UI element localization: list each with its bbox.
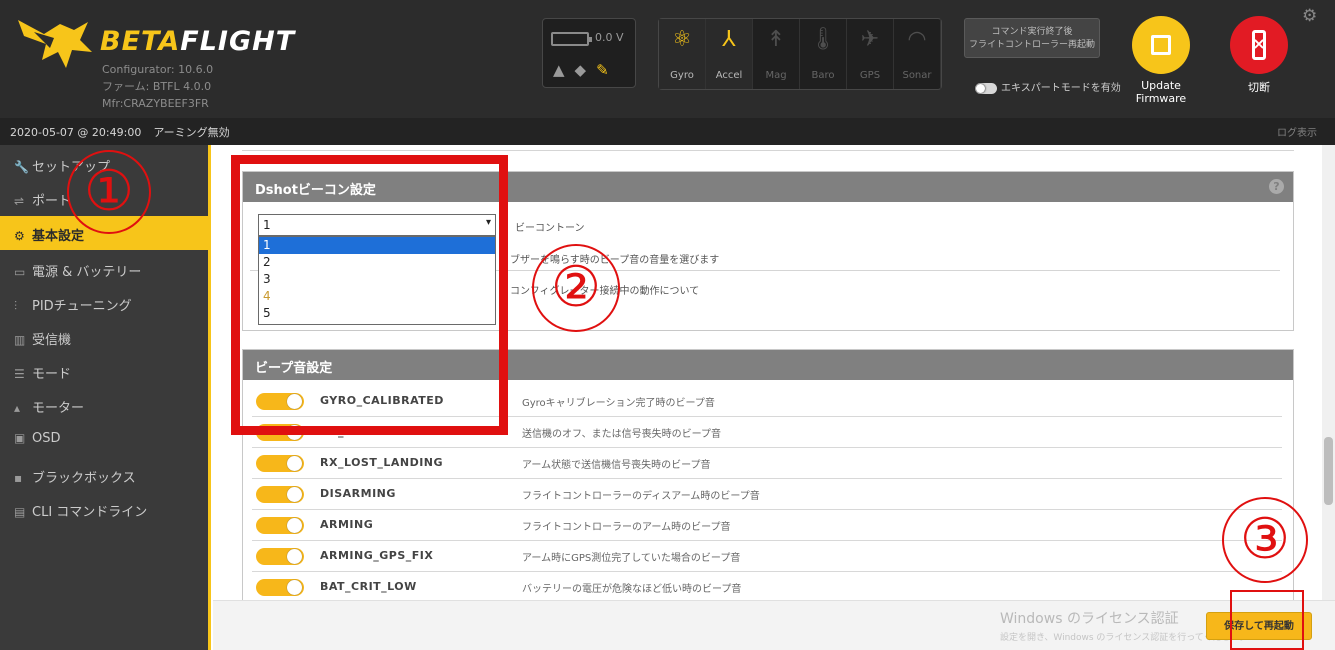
- pencil-icon: ✎: [596, 61, 609, 79]
- modes-icon: ☰: [14, 367, 25, 381]
- gyro-icon: ⚛: [672, 27, 692, 52]
- windows-activation-watermark: Windows のライセンス認証: [1000, 611, 1179, 627]
- cli-icon: ▤: [14, 505, 26, 519]
- annotation-circle-3: ③: [1222, 497, 1308, 583]
- annotation-box-3: [1230, 590, 1304, 650]
- beeper-toggle[interactable]: [256, 548, 304, 565]
- wrench-icon: 🔧: [14, 160, 29, 174]
- beeper-toggle[interactable]: [256, 579, 304, 596]
- mag-icon: ↟: [766, 27, 786, 52]
- main-scrollbar[interactable]: [1322, 145, 1335, 605]
- plug-icon: ⇌: [14, 194, 25, 208]
- expert-mode-toggle[interactable]: エキスパートモードを有効: [975, 79, 1121, 94]
- reboot-button[interactable]: コマンド実行終了後 フライトコントローラー再起動: [964, 18, 1100, 58]
- voltage-readout: 0.0 V: [595, 31, 624, 44]
- log-bar: 2020-05-07 @ 20:49:00 アーミング無効 ログ表示: [0, 118, 1335, 145]
- scrollbar-thumb[interactable]: [1324, 437, 1333, 505]
- baro-icon: 🌡: [809, 27, 837, 52]
- log-event: アーミング無効: [153, 126, 230, 139]
- beeper-toggle[interactable]: [256, 517, 304, 534]
- battery-icon: ▭: [14, 265, 26, 279]
- settings-gear-icon[interactable]: ⚙: [1302, 6, 1317, 26]
- gps-icon: ✈: [860, 27, 880, 52]
- pid-icon: ⫶: [14, 299, 18, 313]
- sidebar-item-power-battery[interactable]: ▭ 電源 & バッテリー: [0, 252, 208, 286]
- sidebar-item-modes[interactable]: ☰ モード: [0, 354, 208, 388]
- failsafe-icon: ◆: [574, 61, 587, 79]
- chip-icon: [1132, 16, 1190, 74]
- osd-icon: ▣: [14, 431, 26, 445]
- betaflight-logo-icon: [18, 20, 92, 68]
- disconnect-button[interactable]: × 切断: [1226, 16, 1292, 95]
- sidebar-item-blackbox[interactable]: ▪ ブラックボックス: [0, 458, 208, 492]
- gear-icon: ⚙: [14, 229, 25, 243]
- warning-icon: ▲: [553, 61, 565, 79]
- beeper-toggle[interactable]: [256, 455, 304, 472]
- expert-mode-switch[interactable]: [975, 82, 997, 94]
- show-log-link[interactable]: ログ表示: [1277, 124, 1317, 139]
- help-icon[interactable]: ?: [1269, 179, 1284, 194]
- motor-icon: ▴: [14, 401, 21, 415]
- sidebar-item-motors[interactable]: ▴ モーター: [0, 388, 208, 422]
- sensor-sonar: ◠ Sonar: [894, 19, 941, 89]
- sidebar-item-cli[interactable]: ▤ CLI コマンドライン: [0, 492, 208, 526]
- beeper-row: ARMING_GPS_FIX アーム時にGPS測位完了していた場合のビープ音: [252, 541, 1282, 572]
- sidebar-item-pid-tuning[interactable]: ⫶ PIDチューニング: [0, 286, 208, 320]
- blackbox-icon: ▪: [14, 471, 23, 485]
- sensor-accel: ⅄ Accel: [706, 19, 753, 89]
- annotation-circle-1: ①: [67, 150, 151, 234]
- sensor-baro: 🌡 Baro: [800, 19, 847, 89]
- sonar-icon: ◠: [907, 27, 927, 52]
- battery-icon: [551, 32, 592, 46]
- annotation-box-2: [231, 155, 508, 435]
- sidebar-item-osd[interactable]: ▣ OSD: [0, 422, 208, 456]
- annotation-circle-2: ②: [532, 244, 620, 332]
- top-header: BETAFLIGHT Configurator: 10.6.0 ファーム: BT…: [0, 0, 1335, 118]
- beeper-row: BAT_CRIT_LOW バッテリーの電圧が危険なほど低い時のビープ音: [252, 572, 1282, 603]
- beeper-row: ARMING フライトコントローラーのアーム時のビープ音: [252, 510, 1282, 541]
- sidebar-item-receiver[interactable]: ▥ 受信機: [0, 320, 208, 354]
- sensor-status-bar: ⚛ Gyro ⅄ Accel ↟ Mag 🌡 Baro ✈ GPS ◠ Sonar: [658, 18, 942, 90]
- sensor-gps: ✈ GPS: [847, 19, 894, 89]
- version-info: Configurator: 10.6.0 ファーム: BTFL 4.0.0 Mf…: [102, 63, 214, 110]
- receiver-icon: ▥: [14, 333, 26, 347]
- update-firmware-button[interactable]: Update Firmware: [1128, 16, 1194, 105]
- sensor-mag: ↟ Mag: [753, 19, 800, 89]
- usb-icon: ×: [1230, 16, 1288, 74]
- beeper-toggle[interactable]: [256, 486, 304, 503]
- accel-icon: ⅄: [722, 27, 736, 52]
- sensor-gyro: ⚛ Gyro: [659, 19, 706, 89]
- beacon-tone-label: ビーコントーン: [515, 223, 585, 234]
- beeper-row: DISARMING フライトコントローラーのディスアーム時のビープ音: [252, 479, 1282, 510]
- log-timestamp: 2020-05-07 @ 20:49:00: [10, 126, 142, 139]
- battery-status: 0.0 V ▲ ◆ ✎: [542, 18, 636, 88]
- brand-title: BETAFLIGHT: [100, 26, 296, 57]
- beeper-row: RX_LOST_LANDING アーム状態で送信機信号喪失時のビープ音: [252, 448, 1282, 479]
